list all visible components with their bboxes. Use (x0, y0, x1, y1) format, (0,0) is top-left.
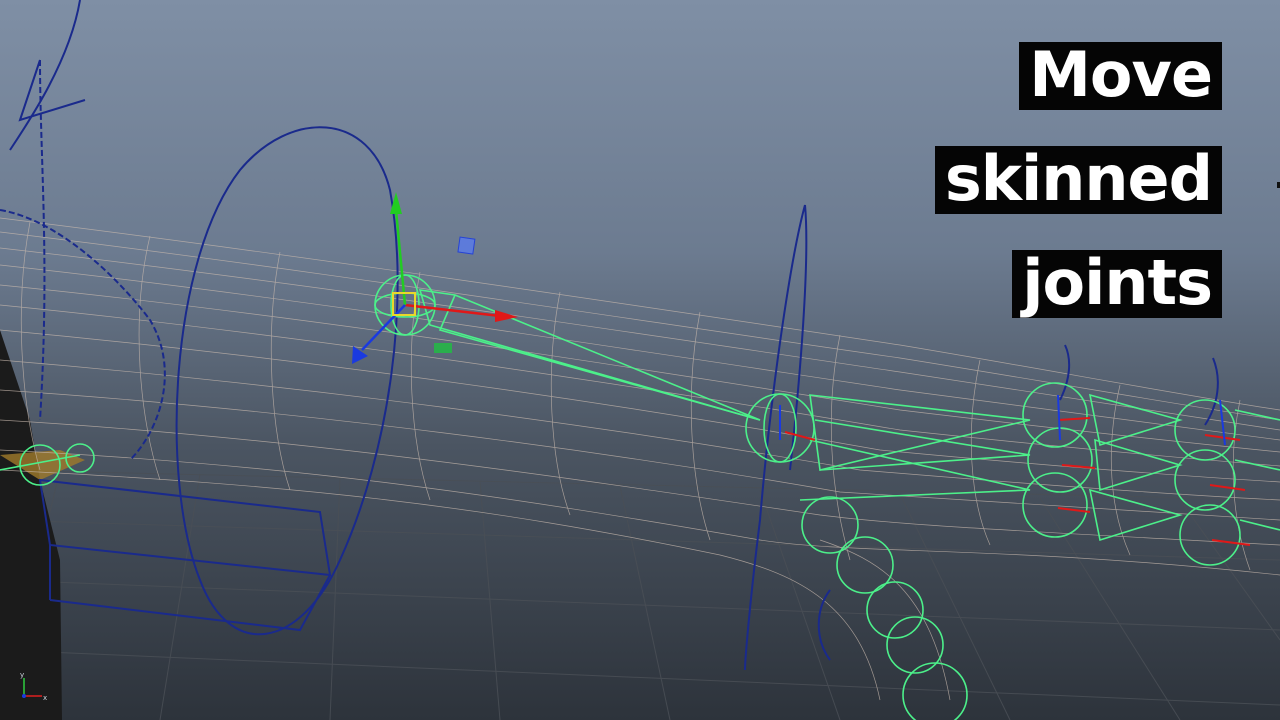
ik-arrow-curve (9, 0, 81, 151)
thumb-joint-1 (801, 496, 859, 554)
xy-plane-handle (457, 236, 476, 255)
z-axis-arrow (352, 346, 368, 364)
finger-joint-2 (1174, 449, 1236, 511)
body-mesh-edge (0, 330, 62, 720)
finger-joint-3 (1179, 504, 1241, 566)
thumb-joint-3 (866, 581, 924, 639)
forearm-bone (809, 394, 1031, 471)
xz-plane-handle (434, 343, 452, 353)
view-axis-indicator: y x (20, 672, 47, 702)
shoulder-control-circle (175, 126, 399, 636)
axis-label-x: x (43, 694, 47, 702)
wrist-joint-1 (1022, 382, 1088, 448)
overlay-title-line-3: joints (1012, 250, 1222, 318)
move-manipulator[interactable] (352, 192, 518, 364)
overlay-title-line-1: Move (1019, 42, 1222, 110)
ik-arrow-head (18, 59, 86, 122)
3d-viewport[interactable]: Move skinned joints y x (0, 0, 1280, 720)
finger-control-1 (1059, 344, 1071, 401)
finger-control-2 (1204, 357, 1219, 426)
axis-label-y: y (20, 672, 24, 679)
overlay-title-line-2: skinned (934, 146, 1222, 214)
wrist-joint-3 (1022, 472, 1088, 538)
thumb-joint-4 (886, 616, 944, 674)
